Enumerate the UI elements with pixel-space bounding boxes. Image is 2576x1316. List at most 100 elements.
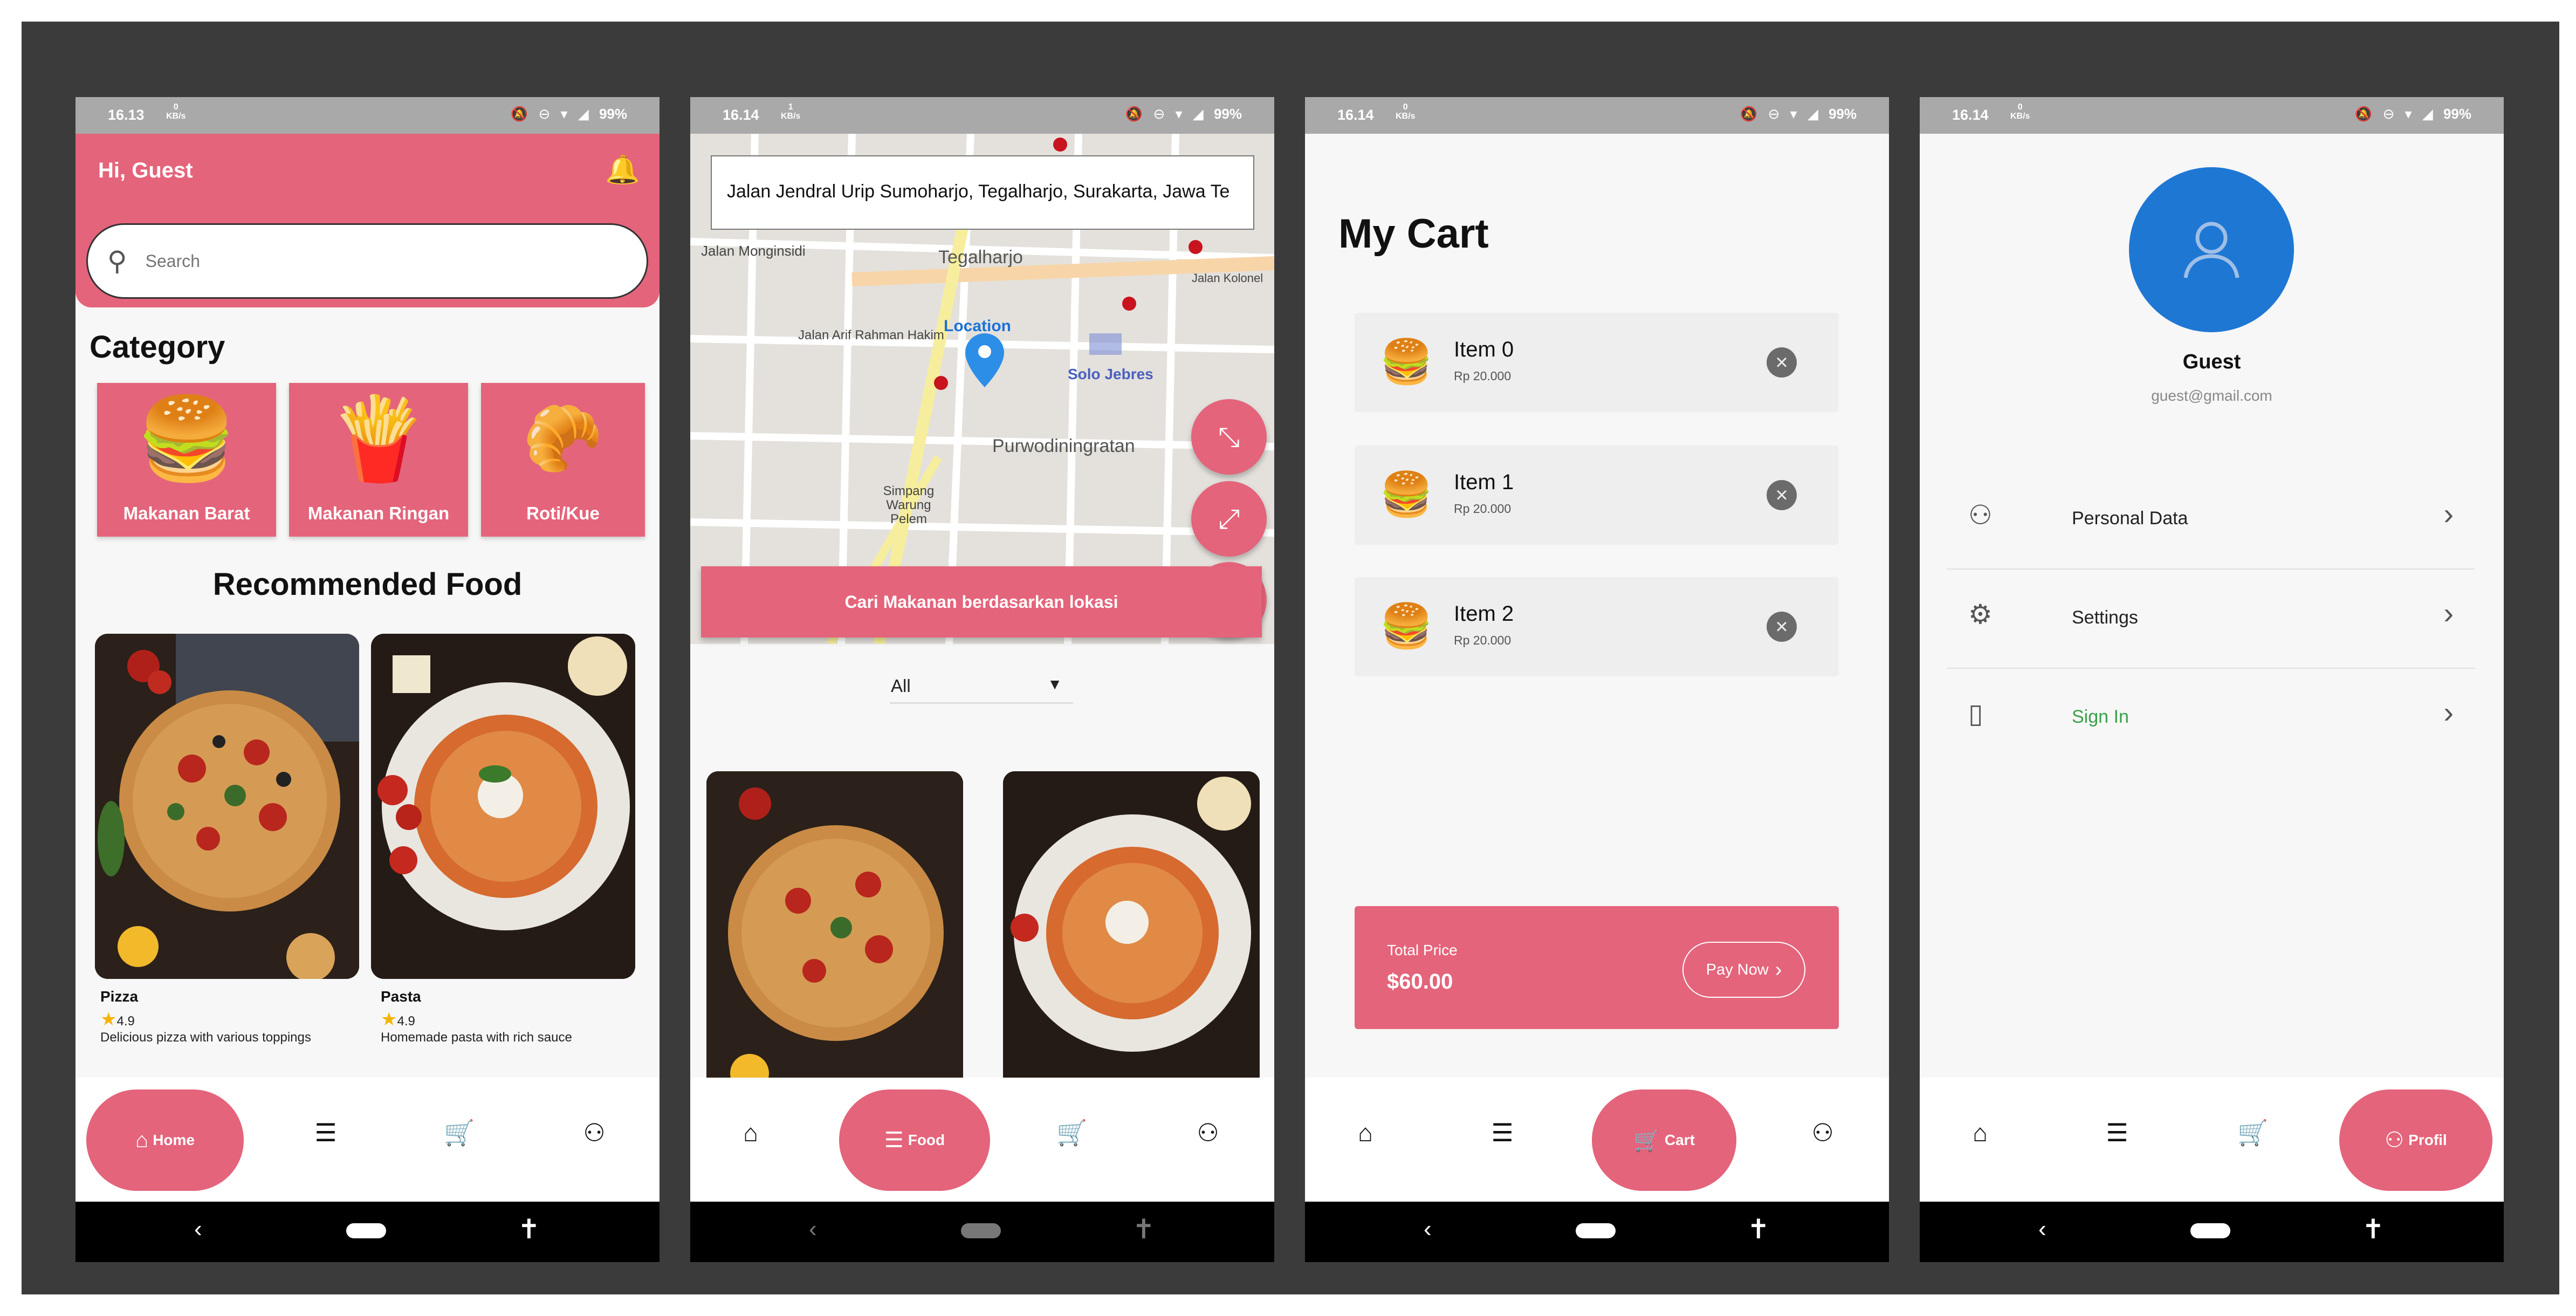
cart-icon[interactable]: 🛒 bbox=[1050, 1118, 1094, 1148]
status-time: 16.14 bbox=[1952, 107, 1989, 123]
home-icon[interactable]: ⌂ bbox=[729, 1118, 772, 1147]
zoom-in-button[interactable]: ⤡ bbox=[1191, 399, 1267, 475]
status-kbs: 0 KB/s bbox=[166, 102, 186, 121]
menu-label: Sign In bbox=[2072, 707, 2129, 727]
bell-icon[interactable]: 🔔 bbox=[605, 153, 640, 186]
category-card[interactable]: 🥐 Roti/Kue bbox=[481, 383, 645, 537]
category-label: Makanan Ringan bbox=[307, 503, 450, 523]
home-icon[interactable]: ⌂ bbox=[1959, 1118, 2002, 1147]
pasta-image bbox=[371, 634, 635, 979]
person-icon bbox=[2183, 222, 2240, 278]
menu-personal-data[interactable]: ⚇ Personal Data › bbox=[1947, 470, 2475, 570]
bottom-nav: ⌂ Home ☰ 🛒 ⚇ bbox=[75, 1078, 660, 1202]
search-bar[interactable]: ⚲ bbox=[86, 223, 648, 299]
status-icons: 🔕 ⊖ ▾ ◢ 99% bbox=[1740, 106, 1857, 122]
food-card-image[interactable] bbox=[706, 771, 963, 1095]
status-kbs: 1 KB/s bbox=[781, 102, 801, 121]
food-screen: 16.14 1 KB/s 🔕 ⊖ ▾ ◢ 99% Location Tegalh… bbox=[690, 97, 1274, 1262]
home-pill[interactable] bbox=[2190, 1223, 2230, 1238]
avatar[interactable] bbox=[2129, 167, 2294, 332]
back-icon[interactable]: ‹ bbox=[2038, 1216, 2046, 1243]
chevron-right-icon: › bbox=[1775, 958, 1782, 981]
cart-item-name: Item 1 bbox=[1454, 470, 1514, 494]
nav-cart-active[interactable]: 🛒 Cart bbox=[1592, 1089, 1736, 1191]
chevron-right-icon: › bbox=[2443, 497, 2454, 531]
star-icon: ★ bbox=[100, 1009, 117, 1030]
home-icon[interactable]: ⌂ bbox=[1344, 1118, 1387, 1147]
food-icon[interactable]: ☰ bbox=[2096, 1118, 2139, 1147]
food-description: Delicious pizza with various toppings bbox=[100, 1030, 311, 1045]
home-header: Hi, Guest 🔔 ⚲ bbox=[75, 134, 660, 307]
chevron-right-icon: › bbox=[2443, 695, 2454, 729]
category-label: Roti/Kue bbox=[526, 503, 600, 523]
nav-home-active[interactable]: ⌂ Home bbox=[86, 1089, 244, 1191]
cart-item: 🍔 Item 0 Rp 20.000 × bbox=[1355, 313, 1839, 412]
total-value: $60.00 bbox=[1387, 970, 1453, 993]
back-icon[interactable]: ‹ bbox=[809, 1216, 817, 1243]
remove-icon[interactable]: × bbox=[1767, 612, 1797, 642]
person-icon: ⚇ bbox=[2385, 1128, 2405, 1152]
person-icon[interactable]: ⚇ bbox=[1186, 1118, 1229, 1147]
profile-screen: 16.14 0 KB/s 🔕 ⊖ ▾ ◢ 99% Guest guest@gmai… bbox=[1920, 97, 2504, 1262]
profile-email: guest@gmail.com bbox=[2151, 387, 2272, 404]
page-title: My Cart bbox=[1338, 211, 1489, 257]
category-card[interactable]: 🍔 Makanan Barat bbox=[97, 383, 276, 537]
find-food-button[interactable]: Cari Makanan berdasarkan lokasi bbox=[701, 566, 1262, 638]
nav-food-active[interactable]: ☰ Food bbox=[839, 1089, 990, 1191]
address-field[interactable]: Jalan Jendral Urip Sumoharjo, Tegalharjo… bbox=[711, 155, 1254, 230]
map-label-purwodiningratan: Purwodiningratan bbox=[992, 436, 1135, 456]
caret-down-icon: ▼ bbox=[1047, 676, 1062, 693]
category-card[interactable]: 🍟 Makanan Ringan bbox=[289, 383, 468, 537]
food-card-image[interactable] bbox=[1003, 771, 1260, 1095]
menu-settings[interactable]: ⚙ Settings › bbox=[1947, 570, 2475, 669]
cart-item-price: Rp 20.000 bbox=[1454, 369, 1512, 383]
cart-icon[interactable]: 🛒 bbox=[438, 1118, 481, 1148]
search-icon: ⚲ bbox=[107, 246, 127, 276]
food-rating: ★4.9 bbox=[100, 1009, 135, 1030]
burger-icon: 🍔 bbox=[1379, 338, 1433, 386]
status-icons: 🔕 ⊖ ▾ ◢ 99% bbox=[1125, 106, 1242, 122]
filter-value: All bbox=[891, 676, 911, 696]
remove-icon[interactable]: × bbox=[1767, 480, 1797, 510]
cart-icon: 🛒 bbox=[1633, 1128, 1660, 1153]
remove-icon[interactable]: × bbox=[1767, 347, 1797, 378]
back-icon[interactable]: ‹ bbox=[1424, 1216, 1432, 1243]
pasta-image bbox=[1003, 771, 1260, 1095]
expand-icon: ⤢ bbox=[1218, 503, 1240, 534]
zoom-out-button[interactable]: ⤢ bbox=[1191, 481, 1267, 557]
map-label-monginsidi: Jalan Monginsidi bbox=[701, 243, 806, 259]
home-pill[interactable] bbox=[346, 1223, 386, 1238]
search-input[interactable] bbox=[145, 251, 523, 271]
chips-icon: 🍟 bbox=[328, 393, 429, 484]
accessibility-icon[interactable]: ✝ bbox=[1747, 1214, 1770, 1245]
total-label: Total Price bbox=[1387, 942, 1458, 958]
cart-icon[interactable]: 🛒 bbox=[2231, 1118, 2275, 1148]
greeting: Hi, Guest bbox=[98, 159, 193, 182]
food-icon[interactable]: ☰ bbox=[1481, 1118, 1524, 1147]
home-pill[interactable] bbox=[961, 1223, 1001, 1238]
home-pill[interactable] bbox=[1576, 1223, 1616, 1238]
person-icon[interactable]: ⚇ bbox=[1801, 1118, 1844, 1147]
collapse-icon: ⤡ bbox=[1218, 421, 1240, 452]
accessibility-icon[interactable]: ✝ bbox=[1132, 1214, 1155, 1245]
menu-label: Personal Data bbox=[2072, 508, 2188, 529]
system-nav-bar: ‹ ✝ bbox=[690, 1202, 1274, 1262]
back-icon[interactable]: ‹ bbox=[194, 1216, 202, 1243]
filter-dropdown[interactable]: All ▼ bbox=[890, 666, 1073, 704]
system-nav-bar: ‹ ✝ bbox=[1920, 1202, 2504, 1262]
food-icon: ☰ bbox=[884, 1128, 904, 1152]
food-card-image[interactable] bbox=[95, 634, 359, 979]
food-rating: ★4.9 bbox=[381, 1009, 415, 1030]
status-bar: 16.13 0 KB/s 🔕 ⊖ ▾ ◢ 99% bbox=[75, 97, 660, 134]
cart-item-name: Item 2 bbox=[1454, 602, 1514, 626]
bottom-nav: ⌂ ☰ Food 🛒 ⚇ bbox=[690, 1078, 1274, 1202]
accessibility-icon[interactable]: ✝ bbox=[2362, 1214, 2385, 1245]
person-icon[interactable]: ⚇ bbox=[573, 1118, 616, 1147]
pay-now-button[interactable]: Pay Now › bbox=[1682, 942, 1805, 998]
nav-profile-active[interactable]: ⚇ Profil bbox=[2339, 1089, 2492, 1191]
accessibility-icon[interactable]: ✝ bbox=[518, 1214, 540, 1245]
category-title: Category bbox=[90, 330, 225, 365]
food-card-image[interactable] bbox=[371, 634, 635, 979]
menu-sign-in[interactable]: ▯ Sign In › bbox=[1947, 669, 2475, 768]
food-icon[interactable]: ☰ bbox=[304, 1118, 347, 1147]
